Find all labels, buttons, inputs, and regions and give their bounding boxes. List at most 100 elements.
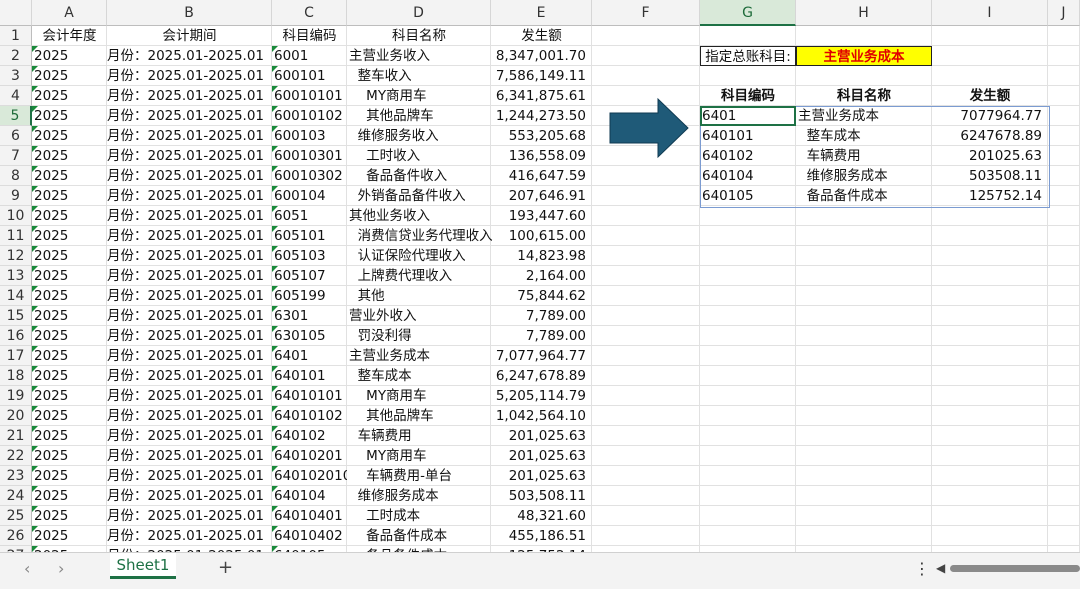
- table-cell[interactable]: 193,447.60: [491, 206, 592, 226]
- table-cell[interactable]: 8,347,001.70: [491, 46, 592, 66]
- table-cell[interactable]: 2025: [32, 126, 107, 146]
- table-cell[interactable]: 主营业务收入: [347, 46, 491, 66]
- row-header-24[interactable]: 24: [0, 486, 32, 506]
- table-cell[interactable]: 2025: [32, 66, 107, 86]
- table-cell[interactable]: 6051: [272, 206, 347, 226]
- row-header-9[interactable]: 9: [0, 186, 32, 206]
- row-header-8[interactable]: 8: [0, 166, 32, 186]
- table-cell[interactable]: 2025: [32, 366, 107, 386]
- table-cell[interactable]: 2025: [32, 166, 107, 186]
- select-all-corner[interactable]: [0, 0, 32, 26]
- table-header-cell[interactable]: 会计年度: [32, 26, 107, 46]
- column-header-c[interactable]: C: [272, 0, 347, 26]
- table-cell[interactable]: MY商用车: [347, 86, 491, 106]
- table-cell[interactable]: 营业外收入: [347, 306, 491, 326]
- table-cell[interactable]: 455,186.51: [491, 526, 592, 546]
- table-cell[interactable]: 75,844.62: [491, 286, 592, 306]
- table-cell[interactable]: 月份：2025.01-2025.01: [107, 246, 272, 266]
- table-cell[interactable]: 2025: [32, 466, 107, 486]
- table-cell[interactable]: 月份：2025.01-2025.01: [107, 226, 272, 246]
- table-cell[interactable]: 14,823.98: [491, 246, 592, 266]
- table-cell[interactable]: 2025: [32, 106, 107, 126]
- table-cell[interactable]: 600101: [272, 66, 347, 86]
- row-header-18[interactable]: 18: [0, 366, 32, 386]
- table-cell[interactable]: 备品备件成本: [347, 526, 491, 546]
- table-header-cell[interactable]: 发生额: [491, 26, 592, 46]
- table-cell[interactable]: 上牌费代理收入: [347, 266, 491, 286]
- row-header-22[interactable]: 22: [0, 446, 32, 466]
- result-cell[interactable]: 整车成本: [796, 126, 932, 146]
- table-cell[interactable]: 车辆费用: [347, 426, 491, 446]
- result-cell[interactable]: 640101: [700, 126, 796, 146]
- spreadsheet-grid[interactable]: A B C D E F G H I J 1 2 3 4 5 6 7 8 9 10 11 12 13 14 15 16 17 18 19 2…: [0, 0, 1080, 552]
- table-cell[interactable]: 消费信贷业务代理收入: [347, 226, 493, 246]
- table-cell[interactable]: 2025: [32, 386, 107, 406]
- table-cell[interactable]: 6,341,875.61: [491, 86, 592, 106]
- table-cell[interactable]: 工时收入: [347, 146, 491, 166]
- table-cell[interactable]: 罚没利得: [347, 326, 491, 346]
- table-cell[interactable]: 64010102: [272, 406, 347, 426]
- row-header-11[interactable]: 11: [0, 226, 32, 246]
- result-cell[interactable]: 640104: [700, 166, 796, 186]
- table-cell[interactable]: 201,025.63: [491, 466, 592, 486]
- add-sheet-icon[interactable]: +: [218, 557, 233, 578]
- table-cell[interactable]: 201,025.63: [491, 426, 592, 446]
- result-cell[interactable]: 640105: [700, 186, 796, 206]
- table-cell[interactable]: 月份：2025.01-2025.01: [107, 286, 272, 306]
- table-cell[interactable]: 2025: [32, 206, 107, 226]
- table-cell[interactable]: 2025: [32, 426, 107, 446]
- table-cell[interactable]: 2025: [32, 46, 107, 66]
- table-cell[interactable]: 备品备件收入: [347, 166, 491, 186]
- table-cell[interactable]: 64010201: [272, 446, 347, 466]
- table-cell[interactable]: 月份：2025.01-2025.01: [107, 126, 272, 146]
- table-cell[interactable]: 136,558.09: [491, 146, 592, 166]
- row-header-7[interactable]: 7: [0, 146, 32, 166]
- table-cell[interactable]: 2025: [32, 406, 107, 426]
- table-cell[interactable]: 认证保险代理收入: [347, 246, 491, 266]
- table-cell[interactable]: 2025: [32, 306, 107, 326]
- result-cell[interactable]: 503508.11: [932, 166, 1048, 186]
- table-cell[interactable]: 月份：2025.01-2025.01: [107, 86, 272, 106]
- column-header-g[interactable]: G: [700, 0, 796, 26]
- more-options-icon[interactable]: ⋮: [914, 559, 930, 578]
- row-header-1[interactable]: 1: [0, 26, 32, 46]
- table-cell[interactable]: 车辆费用-单台: [347, 466, 491, 486]
- table-cell[interactable]: 630105: [272, 326, 347, 346]
- result-cell[interactable]: 维修服务成本: [796, 166, 932, 186]
- table-cell[interactable]: 2025: [32, 86, 107, 106]
- table-cell[interactable]: 2025: [32, 226, 107, 246]
- table-cell[interactable]: 月份：2025.01-2025.01: [107, 186, 272, 206]
- table-cell[interactable]: 2025: [32, 266, 107, 286]
- scroll-left-icon[interactable]: ◀: [936, 561, 945, 575]
- table-cell[interactable]: 64010401: [272, 506, 347, 526]
- row-header-14[interactable]: 14: [0, 286, 32, 306]
- table-cell[interactable]: 2025: [32, 246, 107, 266]
- table-cell[interactable]: 月份：2025.01-2025.01: [107, 386, 272, 406]
- table-cell[interactable]: 月份：2025.01-2025.01: [107, 506, 272, 526]
- table-cell[interactable]: 2025: [32, 286, 107, 306]
- table-cell[interactable]: 月份：2025.01-2025.01: [107, 306, 272, 326]
- table-cell[interactable]: 整车成本: [347, 366, 491, 386]
- table-cell[interactable]: 月份：2025.01-2025.01: [107, 486, 272, 506]
- row-header-20[interactable]: 20: [0, 406, 32, 426]
- table-cell[interactable]: 48,321.60: [491, 506, 592, 526]
- table-cell[interactable]: 2025: [32, 186, 107, 206]
- row-header-13[interactable]: 13: [0, 266, 32, 286]
- table-cell[interactable]: 月份：2025.01-2025.01: [107, 466, 272, 486]
- column-header-e[interactable]: E: [491, 0, 592, 26]
- sheet-tab-sheet1[interactable]: Sheet1: [110, 553, 176, 579]
- table-header-cell[interactable]: 会计期间: [107, 26, 272, 46]
- table-cell[interactable]: 月份：2025.01-2025.01: [107, 426, 272, 446]
- table-cell[interactable]: 2,164.00: [491, 266, 592, 286]
- table-cell[interactable]: 月份：2025.01-2025.01: [107, 106, 272, 126]
- table-cell[interactable]: 月份：2025.01-2025.01: [107, 66, 272, 86]
- row-header-19[interactable]: 19: [0, 386, 32, 406]
- table-cell[interactable]: 600104: [272, 186, 347, 206]
- result-header-cell[interactable]: 科目名称: [796, 86, 932, 106]
- table-cell[interactable]: 2025: [32, 486, 107, 506]
- table-cell[interactable]: 其他业务收入: [347, 206, 491, 226]
- tab-nav-next-icon[interactable]: ›: [58, 559, 64, 578]
- column-header-d[interactable]: D: [347, 0, 491, 26]
- result-cell[interactable]: 640102: [700, 146, 796, 166]
- result-cell[interactable]: 201025.63: [932, 146, 1048, 166]
